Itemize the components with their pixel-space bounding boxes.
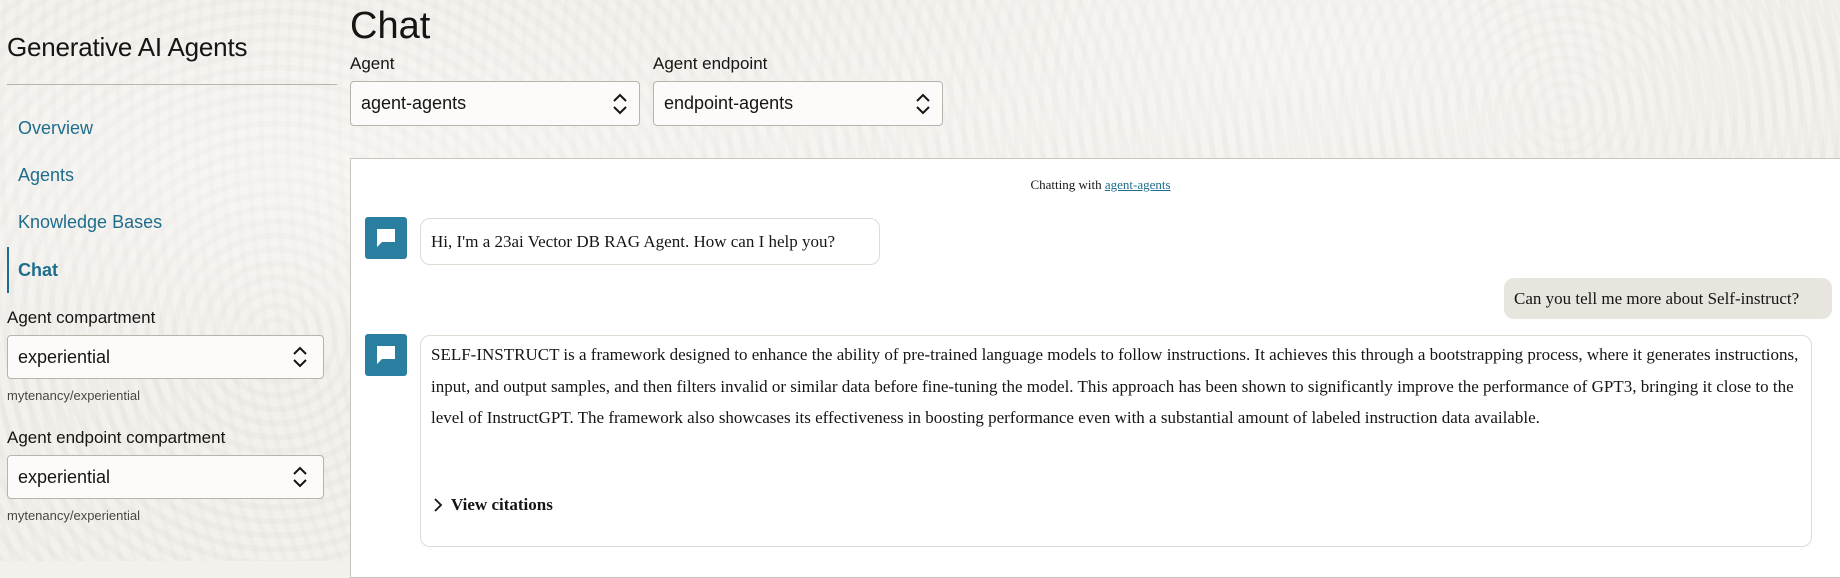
endpoint-compartment-label: Agent endpoint compartment xyxy=(7,428,226,447)
endpoint-compartment-select[interactable]: experiential xyxy=(7,455,324,499)
view-citations-toggle[interactable]: View citations xyxy=(431,495,553,515)
agent-compartment-hint: mytenancy/experiential xyxy=(7,388,140,403)
sidebar-item-knowledge-bases[interactable]: Knowledge Bases xyxy=(7,202,337,249)
endpoint-compartment-value: experiential xyxy=(18,466,111,487)
agent-message-text: SELF-INSTRUCT is a framework designed to… xyxy=(431,345,1799,427)
agent-compartment-select[interactable]: experiential xyxy=(7,335,324,379)
sidebar-item-overview[interactable]: Overview xyxy=(7,108,337,155)
chat-header: Chatting with agent-agents xyxy=(351,177,1840,193)
agent-message-bubble: SELF-INSTRUCT is a framework designed to… xyxy=(420,335,1812,547)
chevron-right-icon xyxy=(434,498,443,512)
endpoint-select-value: endpoint-agents xyxy=(664,93,794,113)
agent-select[interactable]: agent-agents xyxy=(350,81,640,126)
agent-avatar xyxy=(365,217,407,259)
agent-select-value: agent-agents xyxy=(361,93,467,113)
sidebar-nav: Overview Agents Knowledge Bases Chat xyxy=(7,108,337,293)
app-title: Generative AI Agents xyxy=(7,32,248,62)
agent-avatar xyxy=(365,334,407,376)
chat-bubble-icon xyxy=(377,229,395,247)
chat-bubble-icon xyxy=(377,346,395,364)
chat-panel: Chatting with agent-agents Hi, I'm a 23a… xyxy=(350,158,1840,578)
agent-compartment-label: Agent compartment xyxy=(7,308,156,327)
chat-header-prefix: Chatting with xyxy=(1030,177,1102,192)
agent-message-bubble: Hi, I'm a 23ai Vector DB RAG Agent. How … xyxy=(420,218,880,265)
sidebar-item-agents[interactable]: Agents xyxy=(7,155,337,202)
endpoint-select[interactable]: endpoint-agents xyxy=(653,81,943,126)
user-message-text: Can you tell me more about Self-instruct… xyxy=(1514,288,1800,308)
user-message-bubble: Can you tell me more about Self-instruct… xyxy=(1504,278,1832,319)
agent-compartment-value: experiential xyxy=(18,346,111,367)
chat-header-agent-link[interactable]: agent-agents xyxy=(1105,177,1171,192)
page-title: Chat xyxy=(350,5,431,47)
updown-chevron-icon xyxy=(916,93,930,114)
updown-chevron-icon xyxy=(293,466,307,488)
agent-label: Agent xyxy=(350,54,395,73)
updown-chevron-icon xyxy=(293,346,307,368)
sidebar-divider xyxy=(7,84,337,85)
updown-chevron-icon xyxy=(613,93,627,114)
view-citations-label: View citations xyxy=(451,495,553,514)
endpoint-label: Agent endpoint xyxy=(653,54,768,73)
endpoint-compartment-hint: mytenancy/experiential xyxy=(7,508,140,523)
agent-message-text: Hi, I'm a 23ai Vector DB RAG Agent. How … xyxy=(431,231,836,251)
sidebar-item-chat[interactable]: Chat xyxy=(7,247,337,293)
